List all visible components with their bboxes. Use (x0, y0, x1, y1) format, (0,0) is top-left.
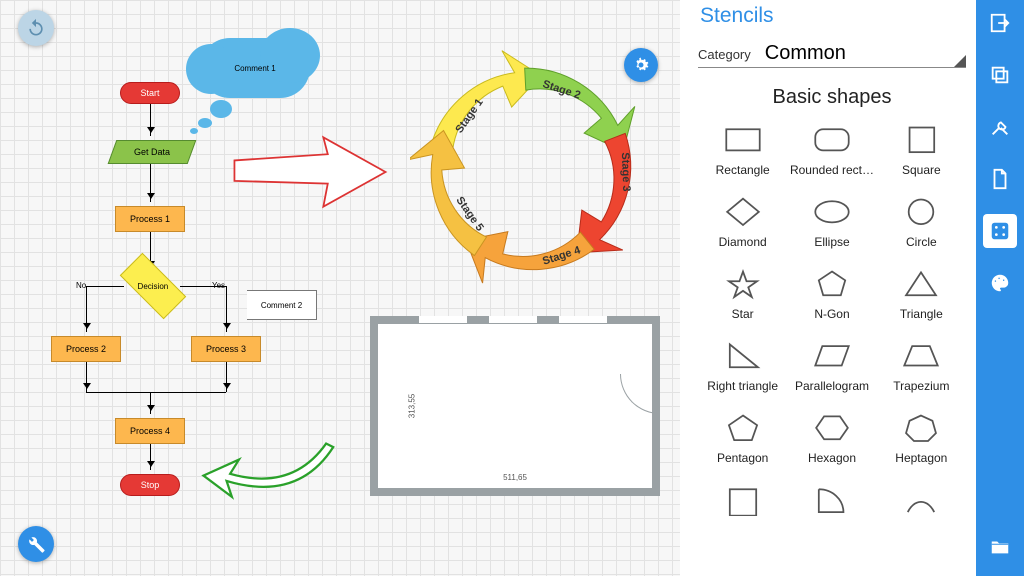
shape-right-triangle[interactable]: Right triangle (698, 335, 787, 401)
stencils-panel: Stencils Category Common Basic shapes Re… (680, 0, 976, 576)
undo-button[interactable] (18, 10, 54, 46)
copy-button[interactable] (983, 58, 1017, 92)
connector (86, 286, 124, 287)
connector (86, 362, 87, 392)
shape-trapezium[interactable]: Trapezium (877, 335, 966, 401)
shape-heptagon[interactable]: Heptagon (877, 407, 966, 473)
shape-rectangle[interactable]: Rectangle (698, 119, 787, 185)
connector (150, 444, 151, 470)
shape-ellipse[interactable]: Ellipse (787, 191, 876, 257)
shape-rounded-rect[interactable]: Rounded rect… (787, 119, 876, 185)
decision-node[interactable]: Decision (120, 253, 186, 319)
palette-icon (989, 272, 1011, 294)
export-icon (989, 12, 1011, 34)
tools-button[interactable] (983, 110, 1017, 144)
cycle-diagram[interactable] (410, 50, 650, 290)
process4-node[interactable]: Process 4 (115, 418, 185, 444)
shape-diamond[interactable]: Diamond (698, 191, 787, 257)
shape-star[interactable]: Star (698, 263, 787, 329)
process2-node[interactable]: Process 2 (51, 336, 121, 362)
connector (86, 286, 87, 332)
curved-arrow[interactable] (196, 440, 346, 520)
tools-icon (989, 116, 1011, 138)
floorplan-height: 313,55 (408, 394, 417, 418)
folder-icon (989, 536, 1011, 558)
connector (226, 286, 227, 332)
canvas-area[interactable]: Comment 1 Start Get Data Process 1 Decis… (0, 0, 680, 576)
copy-icon (989, 64, 1011, 86)
category-selector[interactable]: Category Common (698, 42, 966, 68)
file-icon (989, 168, 1011, 190)
shapes-grid: Rectangle Rounded rect… Square Diamond E… (698, 119, 966, 531)
connector (150, 164, 151, 202)
stencils-title: Stencils (700, 4, 966, 28)
comment1-text: Comment 1 (234, 64, 275, 73)
floorplan-door (620, 374, 660, 414)
undo-icon (26, 18, 46, 38)
floorplan-window (488, 316, 538, 324)
folder-button[interactable] (983, 530, 1017, 564)
connector (180, 286, 226, 287)
shape-circle[interactable]: Circle (877, 191, 966, 257)
start-node[interactable]: Start (120, 82, 180, 104)
stencils-button[interactable] (983, 214, 1017, 248)
shape-ngon[interactable]: N-Gon (787, 263, 876, 329)
stop-node[interactable]: Stop (120, 474, 180, 496)
category-label: Category (698, 47, 751, 62)
stencils-icon (989, 220, 1011, 242)
comment2-box[interactable]: Comment 2 (247, 290, 317, 320)
shape-square[interactable]: Square (877, 119, 966, 185)
big-outline-arrow[interactable] (220, 132, 400, 212)
shape-partial-2[interactable] (787, 479, 876, 531)
shape-hexagon[interactable]: Hexagon (787, 407, 876, 473)
connector (150, 104, 151, 136)
floorplan[interactable]: 511,65 313,55 (370, 316, 660, 496)
thought-bubble (190, 128, 198, 134)
no-label: No (76, 281, 86, 290)
getdata-node[interactable]: Get Data (108, 140, 197, 164)
process1-node[interactable]: Process 1 (115, 206, 185, 232)
shape-pentagon[interactable]: Pentagon (698, 407, 787, 473)
floorplan-window (558, 316, 608, 324)
palette-button[interactable] (983, 266, 1017, 300)
shape-triangle[interactable]: Triangle (877, 263, 966, 329)
thought-bubble (198, 118, 212, 128)
shape-partial-1[interactable] (698, 479, 787, 531)
process3-node[interactable]: Process 3 (191, 336, 261, 362)
right-toolbar (976, 0, 1024, 576)
shape-parallelogram[interactable]: Parallelogram (787, 335, 876, 401)
connector (150, 392, 151, 414)
shape-partial-3[interactable] (877, 479, 966, 531)
file-button[interactable] (983, 162, 1017, 196)
wrench-icon (26, 534, 46, 554)
export-button[interactable] (983, 6, 1017, 40)
floorplan-window (418, 316, 468, 324)
thought-bubble (210, 100, 232, 118)
stage3-label: Stage 3 (619, 152, 632, 192)
comment-cloud[interactable]: Comment 1 (200, 38, 310, 98)
wrench-button[interactable] (18, 526, 54, 562)
category-value: Common (765, 42, 966, 65)
floorplan-width: 511,65 (503, 473, 527, 482)
section-title: Basic shapes (698, 86, 966, 109)
connector (226, 362, 227, 392)
connector (86, 392, 226, 393)
